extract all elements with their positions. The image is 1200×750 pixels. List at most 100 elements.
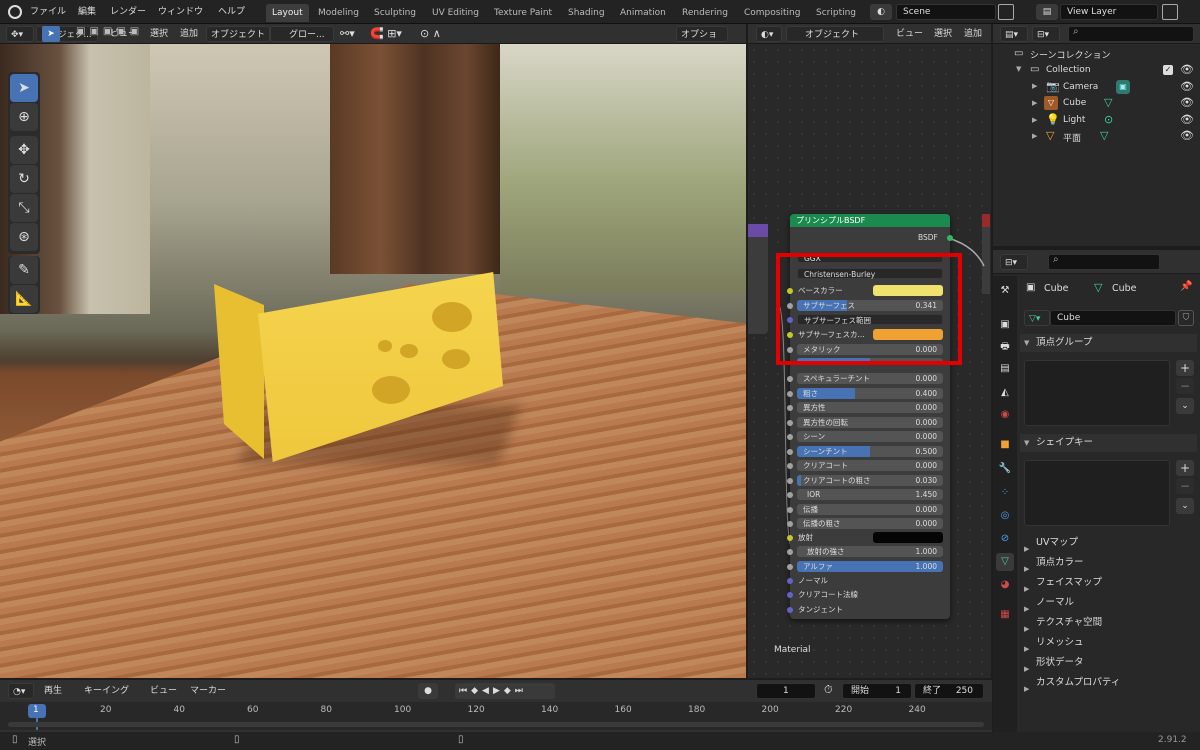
scene-icon[interactable]: ◐ <box>870 4 892 20</box>
select-mode-icon[interactable]: ➤ <box>42 26 60 42</box>
particles-tab-icon[interactable]: ⁘ <box>996 484 1014 502</box>
menu-help[interactable]: ヘルプ <box>218 4 245 20</box>
cursor-tool-icon[interactable]: ⊕ <box>10 103 38 131</box>
current-frame-field[interactable]: 1 <box>756 683 816 699</box>
rotate-tool-icon[interactable]: ↻ <box>10 165 38 193</box>
transform-orientation-dropdown[interactable]: グロー... <box>270 26 334 42</box>
move-tool-icon[interactable]: ✥ <box>10 136 38 164</box>
sheen-slider[interactable]: シーン 0.000 <box>797 431 943 442</box>
tab-layout[interactable]: Layout <box>266 4 309 22</box>
blender-logo-icon[interactable] <box>8 5 22 19</box>
tab-shading[interactable]: Shading <box>562 4 611 22</box>
face-maps-panel[interactable]: フェイスマップ <box>1020 574 1197 592</box>
transmission-socket[interactable] <box>787 507 793 513</box>
world-tab-icon[interactable]: ◉ <box>996 406 1014 424</box>
transmission-slider[interactable]: 伝播 0.000 <box>797 504 943 515</box>
outliner-item-light[interactable]: Light <box>1063 115 1085 125</box>
collection-eye-icon[interactable]: 👁 <box>1180 63 1194 76</box>
vertex-groups-expand-icon[interactable]: ▼ <box>1024 339 1029 347</box>
anisotropic-socket[interactable] <box>787 405 793 411</box>
view-layer-field[interactable]: View Layer <box>1060 4 1158 20</box>
light-data-icon[interactable]: ⊙ <box>1104 113 1113 126</box>
plane-eye-icon[interactable]: 👁 <box>1180 129 1194 142</box>
scene-tab-icon[interactable]: ◭ <box>996 384 1014 402</box>
cube-expand-icon[interactable]: ▶ <box>1032 99 1037 107</box>
vertex-groups-list[interactable] <box>1024 360 1170 426</box>
material-tab-icon[interactable]: ◕ <box>996 576 1014 594</box>
mesh-name-field[interactable]: Cube <box>1050 310 1176 326</box>
camera-expand-icon[interactable]: ▶ <box>1032 82 1037 90</box>
timeline-view-menu[interactable]: ビュー <box>146 683 181 699</box>
ior-field[interactable]: IOR 1.450 <box>797 489 943 500</box>
clearcoat-roughness-socket[interactable] <box>787 478 793 484</box>
physics-tab-icon[interactable]: ◎ <box>996 507 1014 525</box>
emission-color-swatch[interactable] <box>873 532 943 543</box>
options-dropdown[interactable]: オプション <box>676 26 728 56</box>
vertex-group-menu-button[interactable]: ⌄ <box>1176 398 1194 414</box>
selection-modes-icon[interactable]: ▣▣▣▣▣ <box>76 26 152 42</box>
mesh-data-icon[interactable]: ▽ <box>1104 96 1112 109</box>
outliner-search-input[interactable] <box>1068 26 1194 42</box>
tangent-socket[interactable] <box>787 607 793 613</box>
record-icon[interactable]: ● <box>418 683 438 699</box>
clock-icon[interactable]: ⏱ <box>824 683 833 697</box>
node-view-menu[interactable]: ビュー <box>892 26 927 42</box>
tab-rendering[interactable]: Rendering <box>676 4 734 22</box>
menu-window[interactable]: ウィンドウ <box>158 4 203 20</box>
light-eye-icon[interactable]: 👁 <box>1180 113 1194 126</box>
timeline-type-icon[interactable]: ◔▾ <box>8 683 34 699</box>
node-select-menu[interactable]: 選択 <box>930 26 956 42</box>
select-box-tool-icon[interactable]: ➤ <box>10 74 38 102</box>
cube-eye-icon[interactable]: 👁 <box>1180 96 1194 109</box>
texture-space-panel[interactable]: テクスチャ空間 <box>1020 614 1197 632</box>
clearcoat-slider[interactable]: クリアコート 0.000 <box>797 460 943 471</box>
transmission-roughness-socket[interactable] <box>787 521 793 527</box>
render-tab-icon[interactable]: ▣ <box>996 316 1014 334</box>
specular-tint-slider[interactable]: スペキュラーチント 0.000 <box>797 373 943 384</box>
pivot-icon[interactable]: ⚯▾ <box>340 27 366 41</box>
emission-strength-field[interactable]: 放射の強さ 1.000 <box>797 546 943 557</box>
anisotropic-slider[interactable]: 異方性 0.000 <box>797 402 943 413</box>
normal-socket[interactable] <box>787 578 793 584</box>
object-tab-icon[interactable]: ■ <box>996 436 1014 454</box>
collection-label[interactable]: Collection <box>1046 65 1091 75</box>
geometry-data-panel[interactable]: 形状データ <box>1020 654 1197 672</box>
node-object-dropdown[interactable]: オブジェクト <box>786 26 884 42</box>
measure-tool-icon[interactable]: 📐 <box>10 285 38 313</box>
sheen-socket[interactable] <box>787 434 793 440</box>
texture-tab-icon[interactable]: ▦ <box>996 606 1014 624</box>
emission-socket[interactable] <box>787 535 793 541</box>
keying-menu[interactable]: キーイング <box>80 683 133 699</box>
snap-icon[interactable]: 🧲 ⊞▾ <box>370 27 410 41</box>
marker-menu[interactable]: マーカー <box>186 683 230 699</box>
menu-file[interactable]: ファイル <box>30 4 66 20</box>
anisotropic-rotation-slider[interactable]: 異方性の回転 0.000 <box>797 417 943 428</box>
clearcoat-socket[interactable] <box>787 463 793 469</box>
mesh-browse-icon[interactable]: ▽▾ <box>1024 310 1050 326</box>
plane-mesh-icon[interactable]: ▽ <box>1100 129 1108 142</box>
collection-checkbox-icon[interactable]: ✓ <box>1163 65 1173 75</box>
pin-icon[interactable]: 📌 <box>1180 281 1192 292</box>
menu-render[interactable]: レンダー <box>110 4 146 20</box>
outliner-type-icon[interactable]: ▤▾ <box>1000 26 1028 42</box>
camera-data-icon[interactable]: ▣ <box>1116 80 1130 94</box>
fake-user-icon[interactable]: ⛉ <box>1178 310 1194 326</box>
timeline-scrollbar[interactable] <box>8 722 984 727</box>
viewport-object-menu[interactable]: オブジェクト <box>206 26 271 42</box>
playback-controls[interactable]: ⏮◆◀▶◆⏭ <box>455 683 555 699</box>
tool-tab-icon[interactable]: ⚒ <box>996 282 1014 300</box>
editor-type-icon[interactable]: ✥▾ <box>6 26 34 42</box>
transmission-roughness-slider[interactable]: 伝播の粗さ 0.000 <box>797 518 943 529</box>
constraints-tab-icon[interactable]: ⊘ <box>996 530 1014 548</box>
shape-key-menu-button[interactable]: ⌄ <box>1176 498 1194 514</box>
properties-type-icon[interactable]: ⊟▾ <box>1000 254 1028 270</box>
plane-expand-icon[interactable]: ▶ <box>1032 132 1037 140</box>
tab-scripting[interactable]: Scripting <box>810 4 862 22</box>
menu-edit[interactable]: 編集 <box>78 4 96 20</box>
anisotropic-rotation-socket[interactable] <box>787 420 793 426</box>
outliner-item-cube[interactable]: Cube <box>1063 98 1086 108</box>
remove-vertex-group-button[interactable]: − <box>1176 378 1194 394</box>
outliner-item-plane[interactable]: 平面 <box>1063 131 1081 144</box>
add-vertex-group-button[interactable]: + <box>1176 360 1194 376</box>
output-tab-icon[interactable]: 🖶 <box>996 338 1014 356</box>
